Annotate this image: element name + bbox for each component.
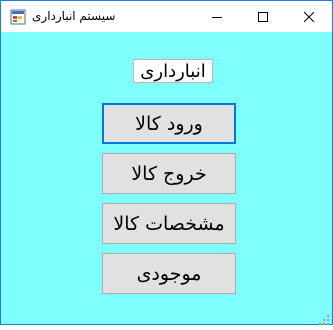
page-heading: انبارداری — [133, 59, 213, 83]
close-icon — [304, 11, 314, 22]
close-button[interactable] — [286, 1, 332, 32]
inventory-button[interactable]: موجودی — [102, 253, 236, 294]
minimize-icon — [212, 16, 222, 18]
form-client-area: انبارداری ورود کالا خروج کالا مشخصات کال… — [1, 32, 332, 325]
minimize-button[interactable] — [194, 1, 240, 32]
resize-grip-icon[interactable] — [319, 311, 330, 325]
maximize-button[interactable] — [240, 1, 286, 32]
goods-specs-button[interactable]: مشخصات کالا — [102, 203, 236, 244]
goods-entry-button[interactable]: ورود کالا — [102, 103, 236, 144]
maximize-icon — [258, 11, 268, 22]
window-title: سیستم انبارداری — [32, 9, 116, 23]
goods-exit-button[interactable]: خروج کالا — [102, 153, 236, 194]
title-bar[interactable]: سیستم انبارداری — [1, 1, 332, 32]
app-form-icon — [10, 9, 26, 25]
app-window: سیستم انبارداری انبارداری ورود کالا خروج… — [0, 0, 333, 325]
